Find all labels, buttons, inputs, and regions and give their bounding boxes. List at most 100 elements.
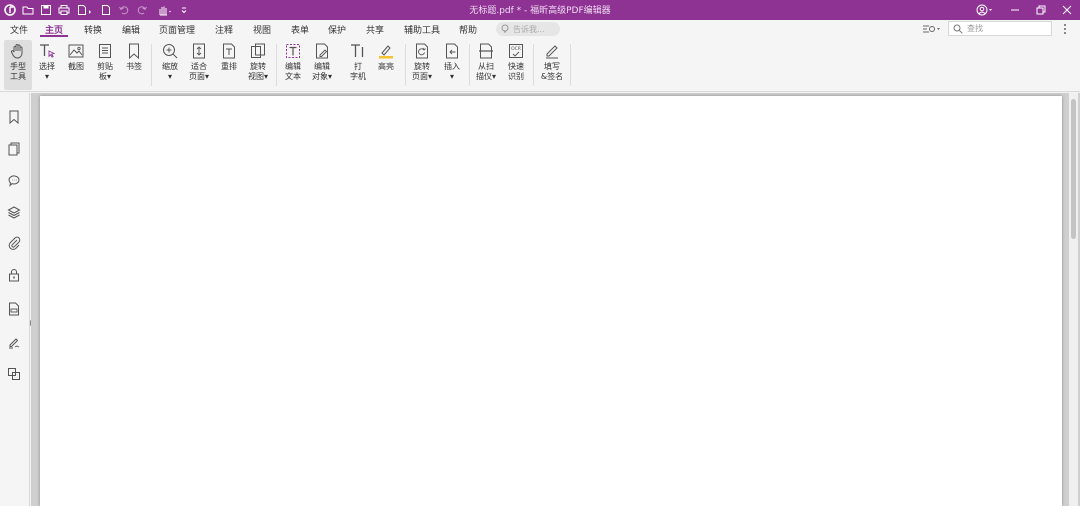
select-tool-dropdown[interactable]: ▾ bbox=[45, 72, 49, 82]
edit-object-icon bbox=[311, 40, 333, 62]
more-options-icon[interactable] bbox=[1060, 22, 1070, 36]
menu-share[interactable]: 共享 bbox=[366, 23, 384, 36]
restore-icon[interactable] bbox=[1032, 1, 1050, 19]
attachments-panel-icon[interactable] bbox=[6, 235, 22, 251]
insert-page-icon bbox=[441, 40, 463, 62]
account-icon[interactable] bbox=[972, 1, 998, 19]
quick-ocr-button[interactable]: OCR 快速 识别 bbox=[503, 40, 529, 90]
scrollbar-thumb[interactable] bbox=[1071, 99, 1076, 239]
zoom-label: 缩放 bbox=[162, 62, 178, 71]
active-tab-indicator bbox=[40, 35, 68, 37]
rotate-view-icon bbox=[247, 40, 269, 62]
search-options-icon[interactable] bbox=[922, 22, 944, 36]
rotate-page-label-1: 旋转 bbox=[414, 62, 430, 71]
fit-page-label-1: 适合 bbox=[191, 62, 207, 71]
hand-icon bbox=[7, 40, 29, 62]
typewriter-button[interactable]: 打 字机 bbox=[346, 40, 370, 90]
edit-object-button[interactable]: 编辑 对象▾ bbox=[308, 40, 336, 90]
menu-file[interactable]: 文件 bbox=[10, 23, 28, 36]
from-scanner-button[interactable]: 从扫 描仪▾ bbox=[473, 40, 499, 90]
menu-accessibility[interactable]: 辅助工具 bbox=[404, 23, 440, 36]
clipboard-icon bbox=[94, 40, 116, 62]
bookmark-button[interactable]: 书签 bbox=[122, 40, 146, 90]
highlight-label: 高亮 bbox=[378, 62, 394, 71]
edit-text-label-1: 编辑 bbox=[285, 62, 301, 71]
reflow-label: 重排 bbox=[221, 62, 237, 71]
edit-text-label-2: 文本 bbox=[285, 72, 301, 81]
navigation-sidebar bbox=[0, 93, 30, 506]
rotate-page-label-2: 页面▾ bbox=[411, 72, 432, 81]
rotate-page-icon bbox=[411, 40, 433, 62]
from-scanner-label-2: 描仪▾ bbox=[475, 72, 496, 81]
menu-convert[interactable]: 转换 bbox=[84, 23, 102, 36]
find-placeholder: 查找 bbox=[967, 24, 983, 33]
rotate-page-button[interactable]: 旋转 页面▾ bbox=[409, 40, 435, 90]
insert-label: 插入 bbox=[444, 62, 460, 71]
edit-object-label-1: 编辑 bbox=[314, 62, 330, 71]
reflow-button[interactable]: 重排 bbox=[217, 40, 241, 90]
close-icon[interactable] bbox=[1058, 1, 1076, 19]
security-panel-icon[interactable] bbox=[6, 267, 22, 283]
zoom-button[interactable]: 缩放 ▾ bbox=[158, 40, 182, 90]
vertical-scrollbar[interactable] bbox=[1069, 93, 1078, 506]
menu-form[interactable]: 表单 bbox=[291, 23, 309, 36]
insert-button[interactable]: 插入 ▾ bbox=[440, 40, 464, 90]
clipboard-label-1: 剪贴 bbox=[97, 62, 113, 71]
rotate-view-button[interactable]: 旋转 视图▾ bbox=[245, 40, 271, 90]
ribbon-separator bbox=[570, 44, 571, 86]
document-canvas[interactable] bbox=[31, 93, 1080, 506]
hand-tool-button[interactable]: 手型 工具 bbox=[4, 40, 32, 90]
menu-comment[interactable]: 注释 bbox=[215, 23, 233, 36]
find-input[interactable]: 查找 bbox=[948, 21, 1052, 36]
pen-icon bbox=[541, 40, 563, 62]
search-icon bbox=[953, 24, 963, 34]
select-tool-button[interactable]: 选择 ▾ bbox=[35, 40, 59, 90]
scanner-icon bbox=[475, 40, 497, 62]
ocr-icon: OCR bbox=[505, 40, 527, 62]
window-title: 无标题.pdf * - 福昕高级PDF编辑器 bbox=[469, 6, 611, 16]
signature-panel-icon[interactable] bbox=[6, 334, 22, 350]
pdf-page[interactable] bbox=[40, 96, 1062, 506]
rotate-view-label-1: 旋转 bbox=[250, 62, 266, 71]
comments-panel-icon[interactable] bbox=[6, 172, 22, 188]
edit-text-button[interactable]: 编辑 文本 bbox=[281, 40, 305, 90]
edit-object-label-2: 对象▾ bbox=[311, 72, 332, 81]
from-scanner-label-1: 从扫 bbox=[478, 62, 494, 71]
edit-text-icon bbox=[282, 40, 304, 62]
zoom-dropdown[interactable]: ▾ bbox=[168, 72, 172, 82]
image-icon bbox=[65, 40, 87, 62]
select-text-icon bbox=[36, 40, 58, 62]
typewriter-label-2: 字机 bbox=[350, 72, 366, 81]
compare-panel-icon[interactable] bbox=[6, 366, 22, 382]
layers-panel-icon[interactable] bbox=[6, 204, 22, 220]
fit-page-button[interactable]: 适合 页面▾ bbox=[186, 40, 212, 90]
menu-help[interactable]: 帮助 bbox=[459, 23, 477, 36]
fill-sign-button[interactable]: 填写 &签名 bbox=[538, 40, 566, 90]
fit-page-icon bbox=[188, 40, 210, 62]
screenshot-button[interactable]: 截图 bbox=[63, 40, 89, 90]
tell-me-input[interactable]: 告诉我... bbox=[496, 22, 560, 36]
menu-page-management[interactable]: 页面管理 bbox=[159, 23, 195, 36]
hand-tool-label-1: 手型 bbox=[10, 62, 26, 71]
pages-panel-icon[interactable] bbox=[6, 141, 22, 157]
lightbulb-icon bbox=[501, 24, 509, 33]
ribbon-separator bbox=[276, 44, 277, 86]
fill-sign-label-2: &签名 bbox=[540, 72, 564, 81]
bookmark-panel-icon[interactable] bbox=[6, 109, 22, 125]
screenshot-label: 截图 bbox=[68, 62, 84, 71]
ribbon-separator bbox=[405, 44, 406, 86]
insert-dropdown[interactable]: ▾ bbox=[450, 72, 454, 82]
form-fields-panel-icon[interactable] bbox=[6, 301, 22, 317]
zoom-icon bbox=[159, 40, 181, 62]
minimize-icon[interactable] bbox=[1006, 1, 1024, 19]
menu-protect[interactable]: 保护 bbox=[328, 23, 346, 36]
tell-me-placeholder: 告诉我... bbox=[513, 24, 545, 34]
menu-view[interactable]: 视图 bbox=[253, 23, 271, 36]
highlighter-icon bbox=[375, 40, 397, 62]
highlight-button[interactable]: 高亮 bbox=[374, 40, 398, 90]
clipboard-button[interactable]: 剪贴 板▾ bbox=[93, 40, 117, 90]
bookmark-icon bbox=[123, 40, 145, 62]
menu-edit[interactable]: 编辑 bbox=[122, 23, 140, 36]
quick-ocr-label-1: 快速 bbox=[508, 62, 524, 71]
bookmark-label: 书签 bbox=[126, 62, 142, 71]
